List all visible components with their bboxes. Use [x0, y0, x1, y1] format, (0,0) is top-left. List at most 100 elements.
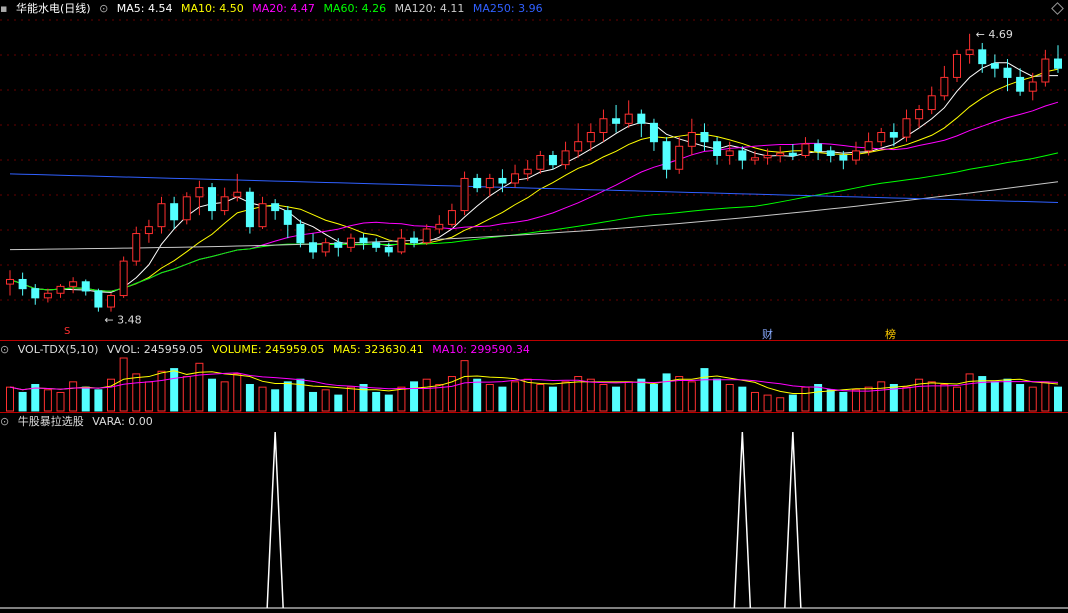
volume-bar: [422, 378, 431, 412]
volume-ma10-line: [9, 372, 1059, 392]
vara-signal-spike: [784, 431, 802, 609]
candle-body: [485, 177, 494, 189]
candle-body: [776, 152, 785, 156]
volume-bar: [536, 384, 545, 412]
volume-bar: [309, 391, 318, 412]
candle-body: [144, 226, 153, 235]
volume-bar: [258, 386, 267, 412]
volume-bar: [334, 394, 343, 412]
volume-bar: [410, 381, 419, 412]
candle-body: [788, 152, 797, 156]
volume-bar: [877, 381, 886, 412]
volume-bar: [195, 362, 204, 412]
volume-bar: [548, 386, 557, 412]
candle-body: [119, 260, 128, 297]
candle-body: [359, 237, 368, 244]
candle-body: [346, 237, 355, 248]
candle-body: [574, 141, 583, 152]
volume-bar: [473, 378, 482, 412]
volume-bar: [435, 384, 444, 412]
ma5-line: [9, 62, 1058, 293]
volume-bar: [713, 378, 722, 412]
volume-bar: [56, 391, 65, 412]
candle-body: [763, 154, 772, 159]
volume-bar: [283, 381, 292, 412]
candle-body: [296, 223, 305, 244]
volume-bar: [952, 386, 961, 412]
candle-body: [81, 281, 90, 292]
volume-bar: [220, 381, 229, 412]
volume-bar: [612, 386, 621, 412]
candle-body: [725, 150, 734, 156]
candle-body: [410, 237, 419, 244]
candle-body: [1041, 58, 1050, 83]
vara-signal-spike: [733, 431, 752, 609]
candle-body: [6, 278, 14, 285]
candle-body: [435, 223, 444, 230]
candle-body: [915, 109, 924, 120]
candle-body: [877, 132, 886, 143]
volume-bar: [1003, 378, 1012, 412]
candle-body: [750, 157, 759, 161]
volume-bar: [725, 384, 734, 412]
candle-body: [195, 187, 204, 198]
vara-signal-spike: [266, 431, 284, 609]
candle-body: [18, 278, 27, 290]
volume-bar: [624, 381, 633, 412]
volume-bar: [978, 376, 987, 412]
high-price-label: ← 4.69: [976, 28, 1013, 41]
candle-body: [738, 150, 747, 161]
volume-bar: [675, 376, 684, 412]
volume-bar: [814, 384, 823, 412]
candle-body: [523, 168, 532, 175]
candle-body: [700, 132, 709, 143]
candle-body: [624, 113, 633, 124]
stock-chart[interactable]: ← 4.69 ← 3.48: [0, 0, 1068, 613]
volume-bar: [687, 381, 696, 412]
candle-body: [952, 53, 961, 78]
volume-bar: [1028, 386, 1037, 412]
volume-bar: [1054, 386, 1062, 412]
candle-body: [208, 187, 217, 212]
volume-bar: [990, 381, 999, 412]
candle-body: [283, 210, 292, 225]
volume-bar: [851, 389, 860, 412]
volume-bar: [182, 376, 191, 412]
volume-bar: [940, 384, 949, 412]
candle-body: [1054, 58, 1062, 69]
candle-body: [902, 118, 911, 138]
volume-bar: [170, 368, 179, 412]
candle-body: [889, 132, 898, 138]
volume-bar: [561, 381, 570, 412]
ma250-line: [9, 173, 1059, 203]
candle-body: [397, 237, 406, 253]
candle-body: [56, 285, 65, 294]
volume-bar: [523, 378, 532, 412]
volume-bar: [599, 384, 608, 412]
candle-body: [258, 203, 267, 228]
ma20-line: [9, 101, 1059, 292]
candle-body: [801, 143, 810, 156]
volume-bar: [700, 368, 709, 412]
volume-bar: [750, 391, 759, 412]
ma120-line: [9, 181, 1059, 251]
candle-body: [94, 290, 103, 308]
candle-body: [157, 203, 166, 228]
candle-body: [649, 122, 658, 143]
candle-body: [170, 203, 179, 221]
volume-bar: [208, 378, 217, 412]
candle-body: [447, 210, 456, 225]
candle-body: [864, 141, 873, 152]
volume-bar: [157, 370, 166, 412]
candle-body: [662, 141, 671, 170]
volume-bar: [1016, 384, 1025, 412]
candle-body: [927, 95, 936, 111]
volume-bar: [498, 386, 507, 412]
candle-body: [990, 63, 999, 69]
volume-bar: [839, 391, 848, 412]
volume-bar: [738, 386, 747, 412]
volume-bar: [132, 373, 141, 412]
candle-body: [675, 145, 684, 170]
volume-bar: [397, 386, 406, 412]
volume-bar: [763, 394, 772, 412]
